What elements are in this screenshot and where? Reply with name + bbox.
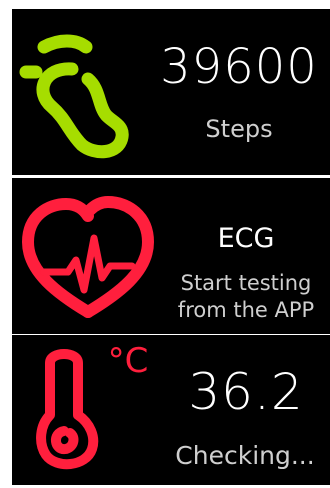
ecg-subtitle-line1: Start testing bbox=[180, 271, 312, 295]
ecg-title: ECG bbox=[217, 223, 275, 254]
ecg-subtitle-line2: from the APP bbox=[177, 298, 315, 322]
steps-value: 39600 bbox=[160, 39, 318, 95]
temperature-unit: °C bbox=[107, 341, 149, 381]
ecg-card[interactable]: ECG Start testing from the APP bbox=[12, 178, 330, 334]
heart-ecg-icon bbox=[22, 196, 154, 318]
temperature-card[interactable]: °C 36.2 Checking... bbox=[12, 335, 330, 485]
steps-card[interactable]: 39600 Steps bbox=[12, 9, 330, 175]
footprint-icon bbox=[19, 34, 129, 159]
temperature-value: 36.2 bbox=[188, 363, 304, 421]
temperature-status: Checking... bbox=[175, 441, 315, 470]
steps-label: Steps bbox=[205, 115, 273, 143]
